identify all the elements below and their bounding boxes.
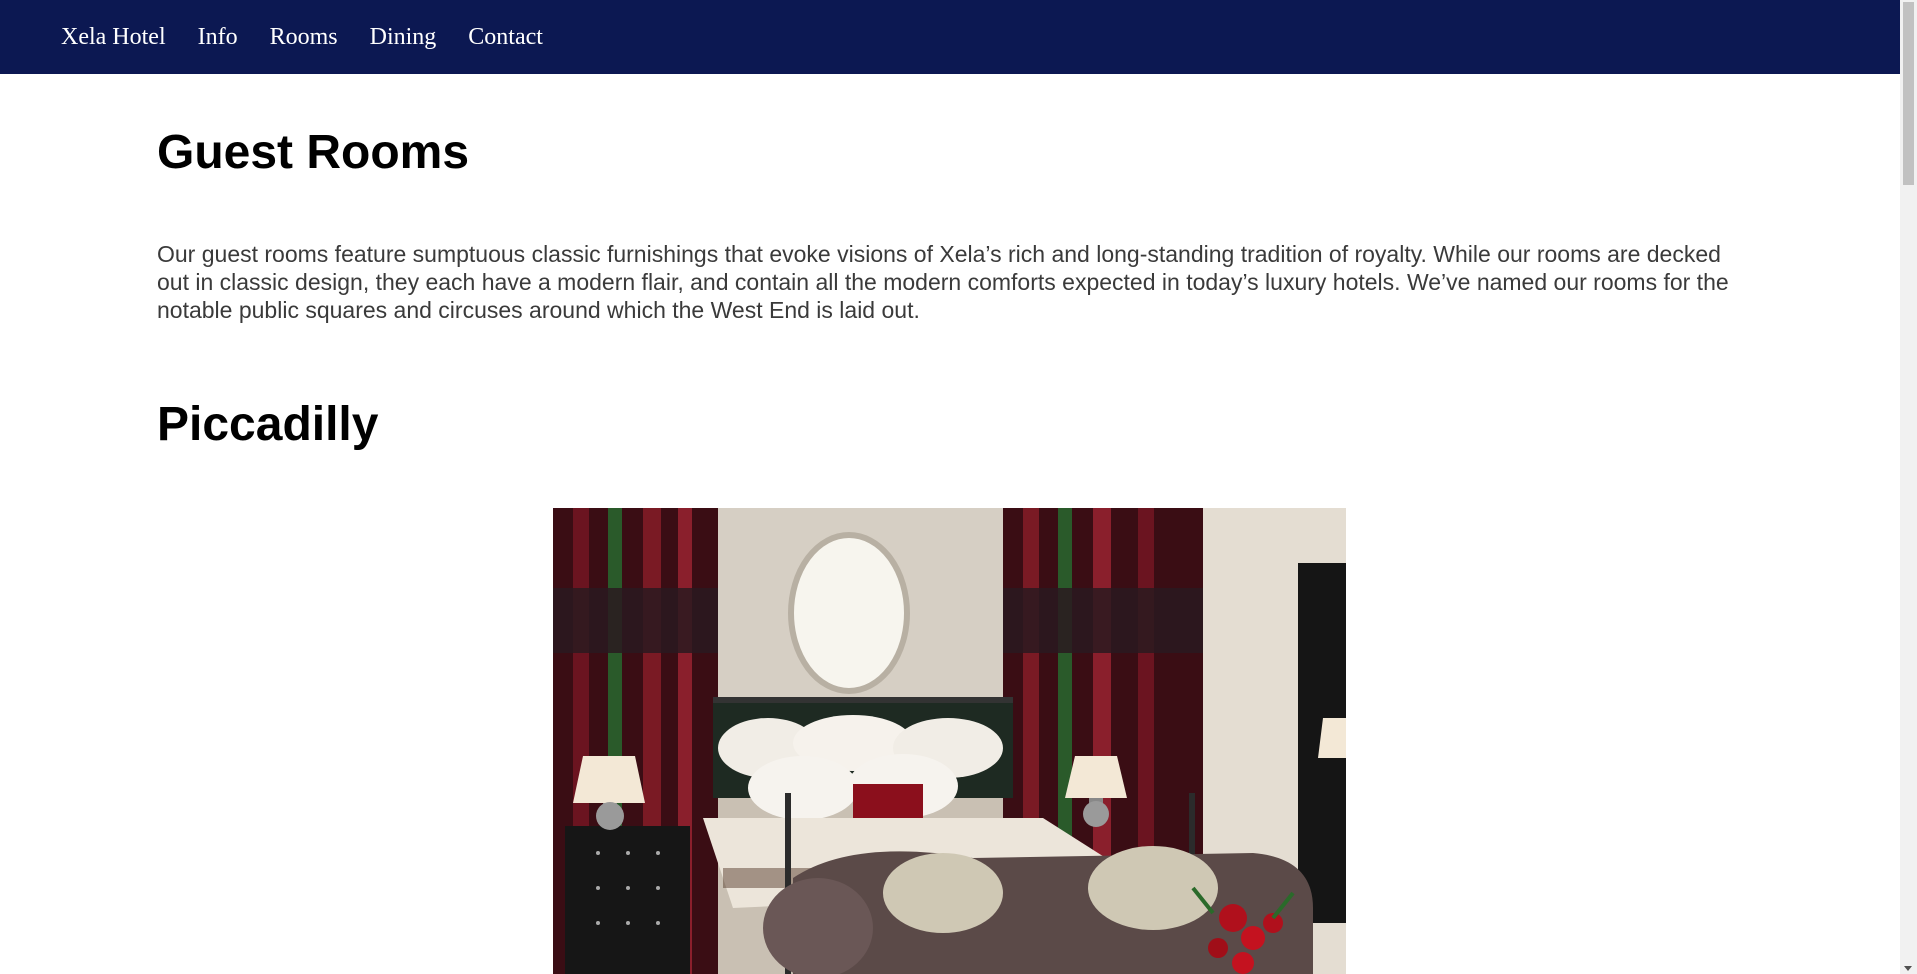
- nav-home-link[interactable]: Xela Hotel: [61, 25, 166, 49]
- nav-rooms-link[interactable]: Rooms: [270, 25, 338, 49]
- nav-info-link[interactable]: Info: [198, 25, 238, 49]
- room-title-piccadilly: Piccadilly: [157, 398, 379, 451]
- intro-paragraph: Our guest rooms feature sumptuous classi…: [157, 241, 1729, 323]
- top-nav: Xela Hotel Info Rooms Dining Contact: [0, 0, 1900, 74]
- page-scrollbar[interactable]: [1900, 0, 1917, 974]
- main-content: Guest Rooms Our guest rooms feature sump…: [157, 74, 1757, 449]
- nav-contact-link[interactable]: Contact: [468, 25, 543, 49]
- page-title: Guest Rooms: [157, 126, 470, 179]
- room-photo-piccadilly: [553, 508, 1346, 974]
- nav-dining-link[interactable]: Dining: [370, 25, 437, 49]
- scrollbar-thumb[interactable]: [1903, 2, 1914, 185]
- scroll-down-arrow-icon[interactable]: [1904, 966, 1912, 971]
